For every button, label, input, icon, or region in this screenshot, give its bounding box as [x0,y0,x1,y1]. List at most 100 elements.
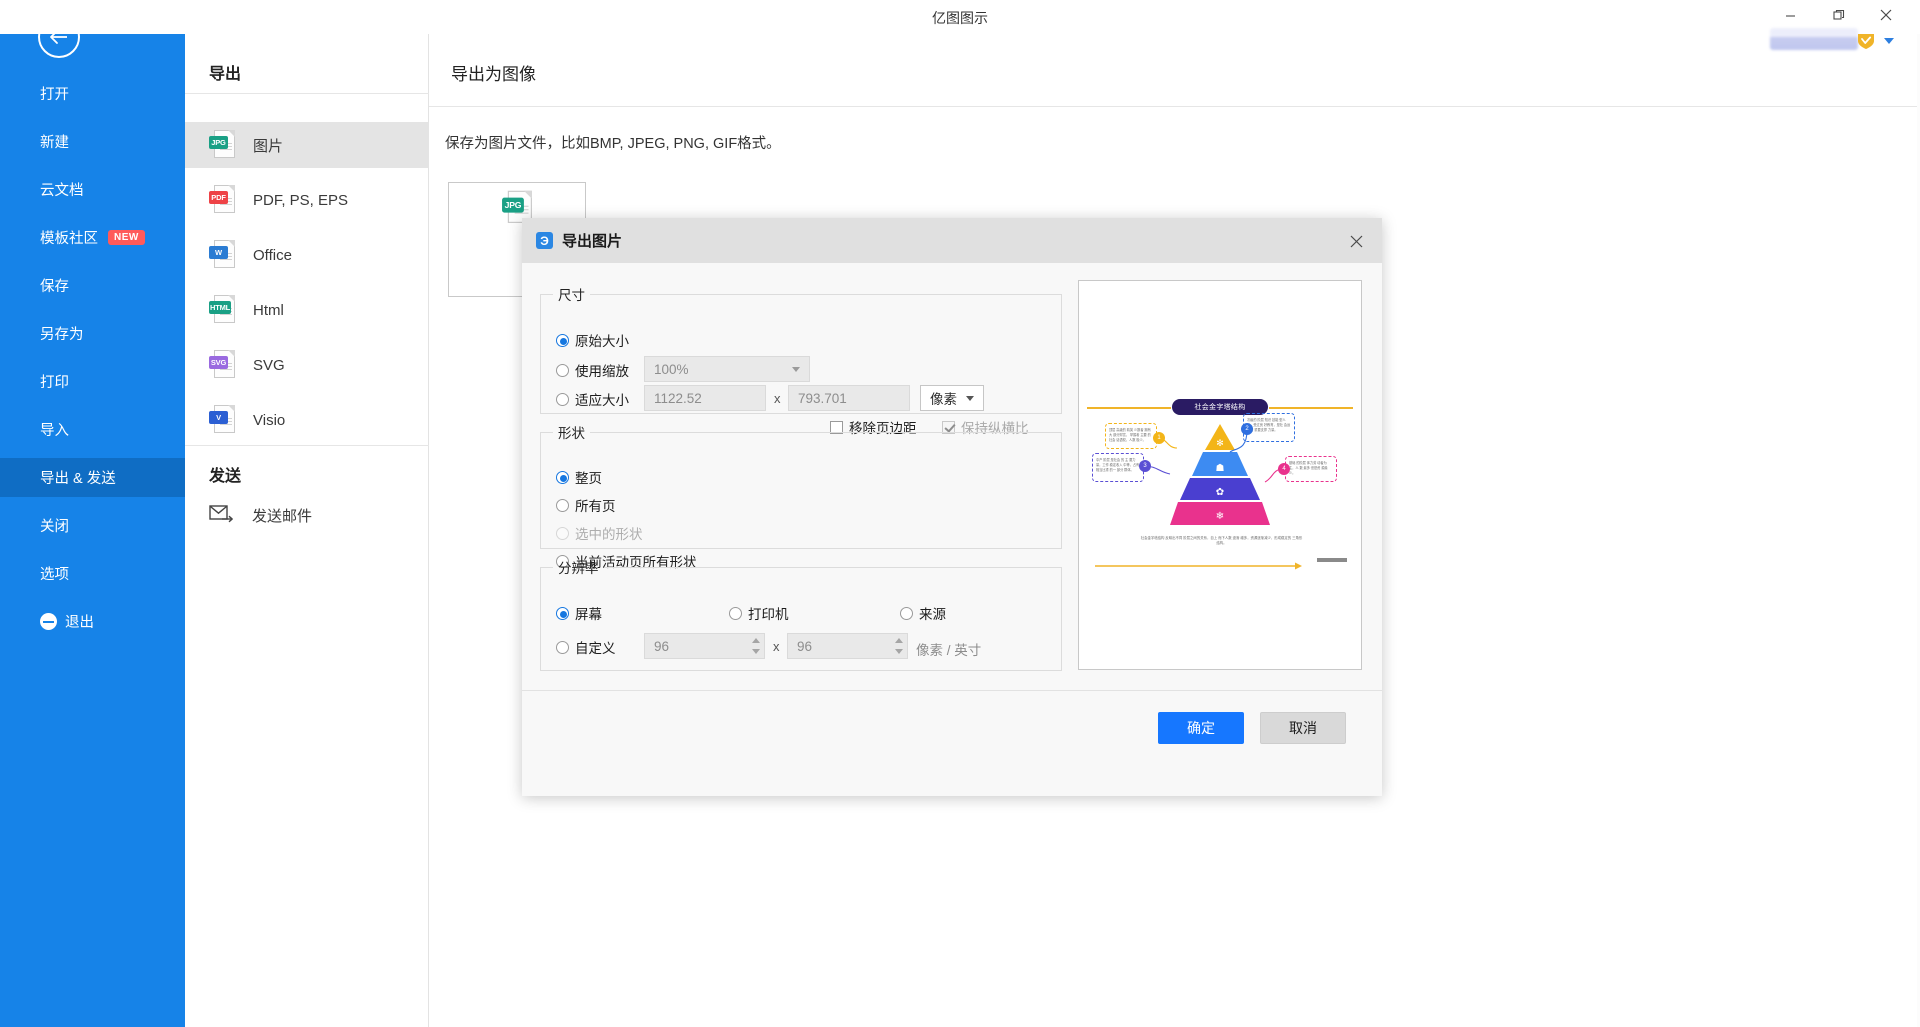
radio-use-scale[interactable]: 使用缩放 [556,360,629,380]
dpi-x-value: 96 [654,638,670,654]
unit-value: 像素 [930,392,957,407]
nav-item-open[interactable]: 打开 [0,74,185,113]
nav-item-template-community[interactable]: 模板社区 NEW [0,218,185,257]
nav-label: 另存为 [40,327,84,343]
nav-item-new[interactable]: 新建 [0,122,185,161]
nav-item-quit[interactable]: 退出 [0,602,185,641]
radio-all-pages[interactable]: 所有页 [556,495,616,515]
shape-group-legend: 形状 [558,426,585,441]
fit-height-input[interactable]: 793.701 [788,385,910,411]
radio-custom-dpi[interactable]: 自定义 [556,637,616,657]
format-label: PDF, PS, EPS [253,191,349,209]
close-window-button[interactable] [1868,2,1904,28]
nav-label: 云文档 [40,183,84,199]
fit-width-value: 1122.52 [654,390,702,406]
unit-select[interactable]: 像素 [920,385,984,411]
radio-dot [556,606,569,620]
preview-callout-3-number: 3 [1139,460,1151,472]
format-item-html[interactable]: HTML Html [185,287,429,333]
radio-whole-page[interactable]: 整页 [556,467,602,487]
chevron-down-icon [966,396,974,401]
nav-item-export-and-send[interactable]: 导出 & 发送 [0,458,185,497]
account-dropdown-caret-icon[interactable] [1884,38,1894,44]
radio-dot [556,640,569,654]
dpi-y-input[interactable]: 96 [787,633,908,659]
send-email-item[interactable]: 发送邮件 [185,493,429,537]
preview-callout-1-text: 顶层 高级的 精英 少数者 拥有大 部分财富， 掌握着 主要 的社会 话语权，人… [1105,423,1157,449]
preview-bottom-label [1317,558,1347,562]
format-item-office[interactable]: W Office [185,232,429,278]
radio-printer[interactable]: 打印机 [729,603,789,623]
dimension-separator: x [774,391,781,406]
radio-original-size[interactable]: 原始大小 [556,330,629,350]
page-title: 导出为图像 [451,65,536,84]
divider [185,445,429,446]
jpg-file-icon: JPG [209,130,235,160]
radio-label: 选中的形状 [575,527,643,542]
resolution-group-legend: 分辨率 [558,561,599,576]
maximize-button[interactable] [1821,2,1857,28]
app-title: 亿图图示 [932,10,988,26]
dpi-x-stepper[interactable] [748,635,763,657]
envelope-arrow-icon [209,504,234,527]
dialog-footer-divider [522,690,1382,691]
size-group: 尺寸 原始大小 使用缩放 100% 适应大小 1122.52 x 793.701… [540,284,1062,436]
page-description: 保存为图片文件，比如BMP, JPEG, PNG, GIF格式。 [445,136,781,152]
nav-item-cloud-doc[interactable]: 云文档 [0,170,185,209]
word-file-icon: W [209,240,235,270]
radio-dot [556,526,569,540]
dialog-title-bar: Э 导出图片 [522,218,1382,263]
ok-button[interactable]: 确定 [1158,712,1244,744]
export-preview: 社会金字塔结构 ✻ ☗ ✿ ❄ 顶层 高级的 精英 少数者 拥有大 部分财富， … [1078,280,1362,670]
new-badge: NEW [108,230,145,245]
dpi-y-stepper[interactable] [891,635,906,657]
format-item-visio[interactable]: V Visio [185,397,429,443]
fit-width-input[interactable]: 1122.52 [644,385,766,411]
nav-item-options[interactable]: 选项 [0,554,185,593]
app-logo-icon: Э [536,232,553,249]
format-item-image[interactable]: JPG 图片 [185,122,429,168]
dpi-unit-label: 像素 / 英寸 [916,643,982,658]
preview-page-canvas: 社会金字塔结构 ✻ ☗ ✿ ❄ 顶层 高级的 精英 少数者 拥有大 部分财富， … [1087,396,1353,576]
fit-height-value: 793.701 [798,390,847,406]
stepper-up-icon[interactable] [891,635,906,646]
nav-label: 导出 & 发送 [40,471,116,487]
preview-footnote: 社会金字塔结构 反映出不同 阶层之间的关系，自上 而下人数 逐渐 增多，资源逐渐… [1140,536,1303,546]
nav-item-save[interactable]: 保存 [0,266,185,305]
html-file-icon: HTML [209,295,235,325]
format-label: Html [253,301,284,319]
stepper-down-icon[interactable] [748,646,763,657]
radio-source[interactable]: 来源 [900,603,946,623]
radio-screen[interactable]: 屏幕 [556,603,602,623]
radio-dot [729,606,742,620]
dpi-x-input[interactable]: 96 [644,633,765,659]
minimize-button[interactable] [1772,2,1808,28]
format-item-pdf-ps-eps[interactable]: PDF PDF, PS, EPS [185,177,429,223]
shape-group: 形状 整页 所有页 选中的形状 当前活动页所有形状 [540,422,1062,570]
nav-label: 关闭 [40,519,69,535]
stepper-up-icon[interactable] [748,635,763,646]
dialog-close-icon[interactable] [1344,229,1368,253]
nav-label: 选项 [40,567,69,583]
preview-callout-1-number: 1 [1153,432,1165,444]
preview-callout-2-number: 2 [1241,423,1253,435]
dpi-separator: x [773,639,780,654]
scale-percent-select[interactable]: 100% [644,356,810,382]
export-format-column: 导出 JPG 图片 PDF PDF, PS, EPS W Office HTML [185,0,429,1027]
nav-item-print[interactable]: 打印 [0,362,185,401]
radio-label: 使用缩放 [575,364,629,379]
format-item-svg[interactable]: SVG SVG [185,342,429,388]
nav-item-import[interactable]: 导入 [0,410,185,449]
radio-label: 自定义 [575,641,616,656]
radio-label: 整页 [575,471,602,486]
left-nav: 打开 新建 云文档 模板社区 NEW 保存 另存为 打印 导入 导出 & 发送 … [0,0,185,1027]
preview-callout-3-text: 中产 阶层 是社会 的 主 要力量，工作 稳定收入 中等，占有 相当比重 的一 … [1092,453,1144,482]
nav-item-save-as[interactable]: 另存为 [0,314,185,353]
cancel-button[interactable]: 取消 [1260,712,1346,744]
radio-fit-size[interactable]: 适应大小 [556,389,629,409]
preview-bottom-arrow [1095,562,1302,570]
stepper-down-icon[interactable] [891,646,906,657]
size-group-legend: 尺寸 [558,288,585,303]
divider [185,93,429,94]
nav-item-close[interactable]: 关闭 [0,506,185,545]
